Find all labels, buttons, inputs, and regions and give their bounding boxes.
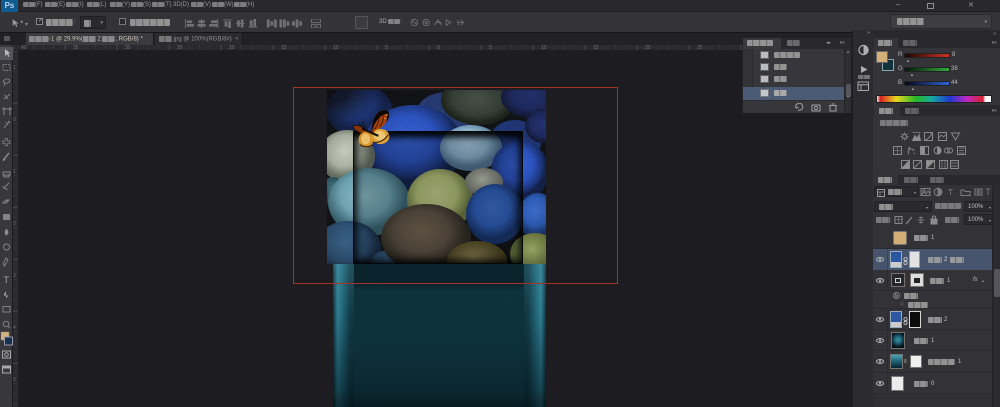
svg-text:T: T [4, 275, 10, 285]
svg-text:T: T [948, 188, 953, 197]
svg-text:fx: fx [895, 294, 899, 300]
